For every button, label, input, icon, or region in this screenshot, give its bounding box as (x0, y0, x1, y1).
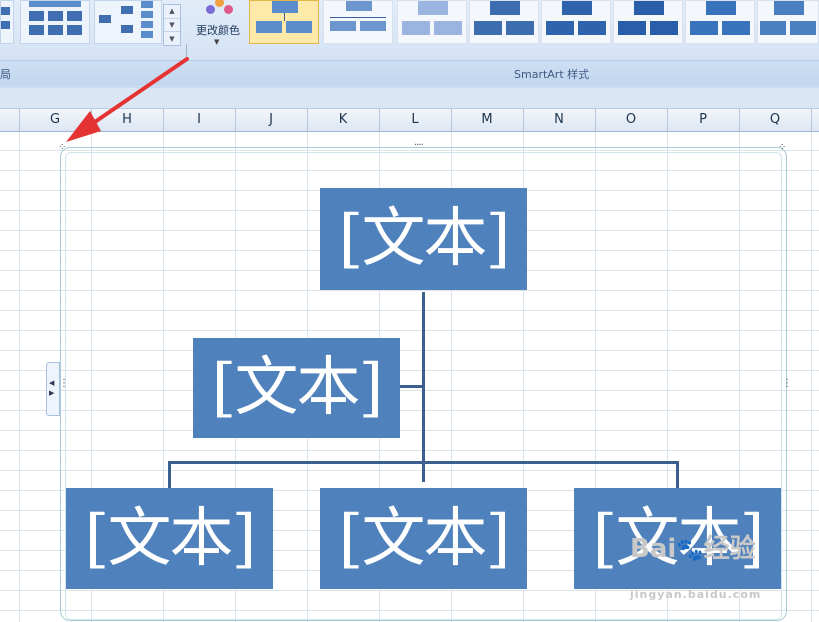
arrow-shaft (84, 57, 189, 130)
arrow-head-icon (66, 111, 101, 142)
baidu-watermark: Bai🐾经验 jingyan.baidu.com (630, 534, 762, 601)
watermark-brand: Bai (630, 534, 677, 564)
watermark-url: jingyan.baidu.com (630, 588, 762, 601)
watermark-brand-suffix: 经验 (703, 534, 756, 564)
